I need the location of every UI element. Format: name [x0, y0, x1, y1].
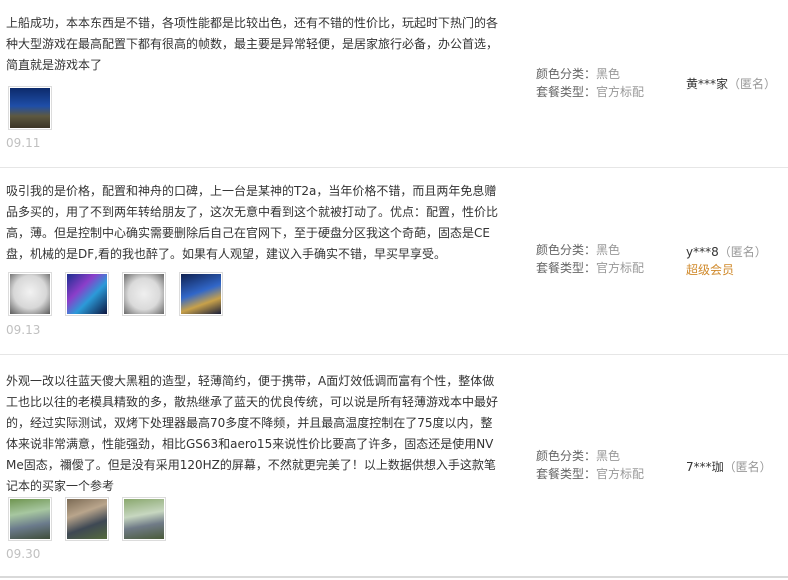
review-sku-info: 颜色分类：黑色 套餐类型：官方标配: [536, 447, 644, 483]
review-content: 上船成功，本本东西是不错，各项性能都是比较出色，还有不错的性价比，玩起时下热门的…: [6, 16, 499, 72]
reviewer-name: 7***珈: [686, 460, 724, 474]
reviewer-info: y***8（匿名） 超级会员: [686, 243, 767, 279]
color-value: 黑色: [596, 67, 621, 81]
review-sku-info: 颜色分类：黑色 套餐类型：官方标配: [536, 65, 644, 101]
review-photo-thumbnail[interactable]: [122, 272, 166, 316]
color-label: 颜色分类：: [536, 243, 597, 257]
anonymous-tag: （匿名）: [723, 460, 772, 474]
list-bottom-divider: [0, 576, 788, 578]
reviewer-name: 黄***家: [686, 77, 729, 91]
reviewer-info: 7***珈（匿名）: [686, 458, 772, 476]
review-thumbnails: [8, 272, 223, 316]
review-item: 上船成功，本本东西是不错，各项性能都是比较出色，还有不错的性价比，玩起时下热门的…: [0, 0, 788, 168]
color-value: 黑色: [596, 243, 621, 257]
review-item: 吸引我的是价格，配置和神舟的口碑，上一台是某神的T2a，当年价格不错，而且两年免…: [0, 168, 788, 355]
review-thumbnails: [8, 86, 52, 130]
package-label: 套餐类型：: [536, 261, 597, 275]
package-label: 套餐类型：: [536, 467, 597, 481]
package-value: 官方标配: [596, 85, 645, 99]
review-photo-thumbnail[interactable]: [8, 272, 52, 316]
reviewer-info: 黄***家（匿名）: [686, 75, 776, 93]
reviewer-name: y***8: [686, 245, 719, 259]
review-date: 09.30: [6, 547, 41, 561]
review-sku-info: 颜色分类：黑色 套餐类型：官方标配: [536, 241, 644, 277]
package-value: 官方标配: [596, 261, 645, 275]
color-label: 颜色分类：: [536, 67, 597, 81]
review-content: 吸引我的是价格，配置和神舟的口碑，上一台是某神的T2a，当年价格不错，而且两年免…: [6, 184, 499, 261]
review-date: 09.11: [6, 136, 41, 150]
review-thumbnails: [8, 497, 166, 541]
review-photo-thumbnail[interactable]: [122, 497, 166, 541]
member-badge: 超级会员: [686, 263, 735, 277]
review-photo-thumbnail[interactable]: [8, 86, 52, 130]
review-photo-thumbnail[interactable]: [179, 272, 223, 316]
anonymous-tag: （匿名）: [728, 77, 777, 91]
review-date: 09.13: [6, 323, 41, 337]
package-value: 官方标配: [596, 467, 645, 481]
package-label: 套餐类型：: [536, 85, 597, 99]
color-value: 黑色: [596, 449, 621, 463]
review-photo-thumbnail[interactable]: [8, 497, 52, 541]
review-photo-thumbnail[interactable]: [65, 272, 109, 316]
review-item: 外观一改以往蓝天傻大黑粗的造型，轻薄简约，便于携带，A面灯效低调而富有个性，整体…: [0, 355, 788, 576]
color-label: 颜色分类：: [536, 449, 597, 463]
anonymous-tag: （匿名）: [718, 245, 767, 259]
review-content: 外观一改以往蓝天傻大黑粗的造型，轻薄简约，便于携带，A面灯效低调而富有个性，整体…: [6, 374, 499, 493]
review-photo-thumbnail[interactable]: [65, 497, 109, 541]
